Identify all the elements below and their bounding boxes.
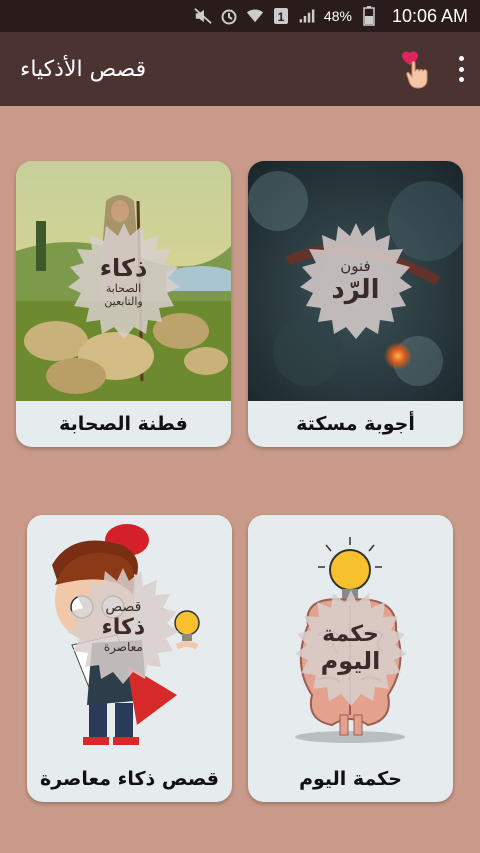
mute-icon xyxy=(194,7,212,25)
card-label: فطنة الصحابة xyxy=(59,413,188,435)
overflow-menu-button[interactable] xyxy=(456,56,466,82)
card-label: قصص ذكاء معاصرة xyxy=(40,768,219,790)
card-companions-wit[interactable]: ذكاء الصحابة والتابعين فطنة الصحابة xyxy=(16,161,231,447)
card-badge: حكمة اليوم xyxy=(291,588,411,708)
battery-icon xyxy=(360,6,378,26)
wifi-icon xyxy=(246,7,264,25)
badge-main: الرّد xyxy=(331,275,380,305)
badge-main: ذكاء xyxy=(101,614,146,640)
signal-icon xyxy=(298,7,316,25)
heart-hand-icon xyxy=(402,51,428,89)
badge-top: حكمة xyxy=(322,621,379,647)
card-image: ذكاء الصحابة والتابعين xyxy=(16,161,231,401)
card-image: فنون الرّد xyxy=(248,161,463,401)
badge-bottom: معاصرة xyxy=(103,639,143,654)
card-badge: قصص ذكاء معاصرة xyxy=(63,566,183,686)
app-bar: قصص الأذكياء xyxy=(0,32,480,106)
card-label: حكمة اليوم xyxy=(299,768,402,790)
card-image: حكمة اليوم xyxy=(248,515,453,757)
sim-icon: 1 xyxy=(272,7,290,25)
card-badge: ذكاء الصحابة والتابعين xyxy=(64,221,184,341)
favorite-button[interactable] xyxy=(398,49,434,89)
badge-top: قصص xyxy=(105,598,142,615)
card-decisive-answers[interactable]: فنون الرّد أجوبة مسكتة xyxy=(248,161,463,447)
badge-main: اليوم xyxy=(320,646,381,675)
badge-top: فنون xyxy=(340,257,371,275)
badge-main: ذكاء xyxy=(99,253,148,282)
battery-percent: 48% xyxy=(323,8,352,24)
app-title: قصص الأذكياء xyxy=(20,56,147,82)
svg-text:1: 1 xyxy=(278,10,285,24)
app-bar-actions xyxy=(398,49,466,89)
clock: 10:06 AM xyxy=(391,5,468,26)
alarm-icon xyxy=(220,7,238,25)
card-image: قصص ذكاء معاصرة xyxy=(27,515,232,757)
card-label: أجوبة مسكتة xyxy=(296,413,415,435)
status-bar: 1 48% 10:06 AM xyxy=(0,0,480,32)
card-badge: فنون الرّد xyxy=(296,221,416,341)
card-modern-wit[interactable]: قصص ذكاء معاصرة قصص ذكاء معاصرة xyxy=(27,515,232,802)
badge-bottom: الصحابة والتابعين xyxy=(104,281,143,308)
card-wisdom-of-day[interactable]: حكمة اليوم حكمة اليوم xyxy=(248,515,453,802)
